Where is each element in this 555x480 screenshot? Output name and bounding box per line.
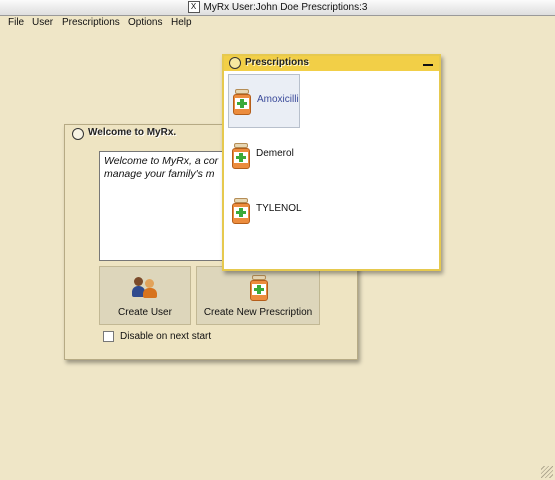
create-user-label: Create User <box>118 307 172 318</box>
rx-item-label: Amoxicillin <box>257 94 299 105</box>
prescriptions-window-header[interactable]: Prescriptions <box>224 56 439 71</box>
menu-file[interactable]: File <box>8 17 24 28</box>
prescriptions-window-title: Prescriptions <box>245 57 309 68</box>
menu-user[interactable]: User <box>32 17 53 28</box>
menu-help[interactable]: Help <box>171 17 192 28</box>
welcome-close-circle-icon[interactable] <box>72 128 84 140</box>
minimize-icon[interactable] <box>423 64 433 66</box>
menubar: File User Prescriptions Options Help <box>0 16 555 31</box>
prescriptions-close-circle-icon[interactable] <box>229 57 241 69</box>
window-title: MyRx User:John Doe Prescriptions:3 <box>203 2 368 13</box>
disable-on-start-checkbox[interactable] <box>103 331 114 342</box>
create-prescription-label: Create New Prescription <box>203 307 313 318</box>
pill-bottle-icon <box>232 143 250 169</box>
prescriptions-window: Prescriptions Amoxicillin Demerol TYLENO… <box>222 54 441 271</box>
create-prescription-button[interactable]: Create New Prescription <box>196 266 320 325</box>
create-user-button[interactable]: Create User <box>99 266 191 325</box>
pill-bottle-icon <box>233 89 251 115</box>
pill-bottle-icon <box>250 275 268 301</box>
rx-item-label: TYLENOL <box>256 203 302 214</box>
menu-prescriptions[interactable]: Prescriptions <box>62 17 120 28</box>
users-icon <box>132 277 158 299</box>
pill-bottle-icon <box>232 198 250 224</box>
rx-item-amoxicillin[interactable]: Amoxicillin <box>228 74 300 128</box>
disable-on-start-row[interactable]: Disable on next start <box>103 331 211 342</box>
rx-item-tylenol[interactable]: TYLENOL <box>228 184 302 238</box>
window-titlebar: X MyRx User:John Doe Prescriptions:3 <box>0 0 555 16</box>
rx-item-label: Demerol <box>256 148 294 159</box>
rx-item-demerol[interactable]: Demerol <box>228 129 300 183</box>
resize-grip[interactable] <box>541 466 553 478</box>
disable-on-start-label: Disable on next start <box>120 331 212 343</box>
menu-options[interactable]: Options <box>128 17 162 28</box>
welcome-window-title: Welcome to MyRx. <box>88 127 177 138</box>
x11-app-icon: X <box>187 1 200 14</box>
